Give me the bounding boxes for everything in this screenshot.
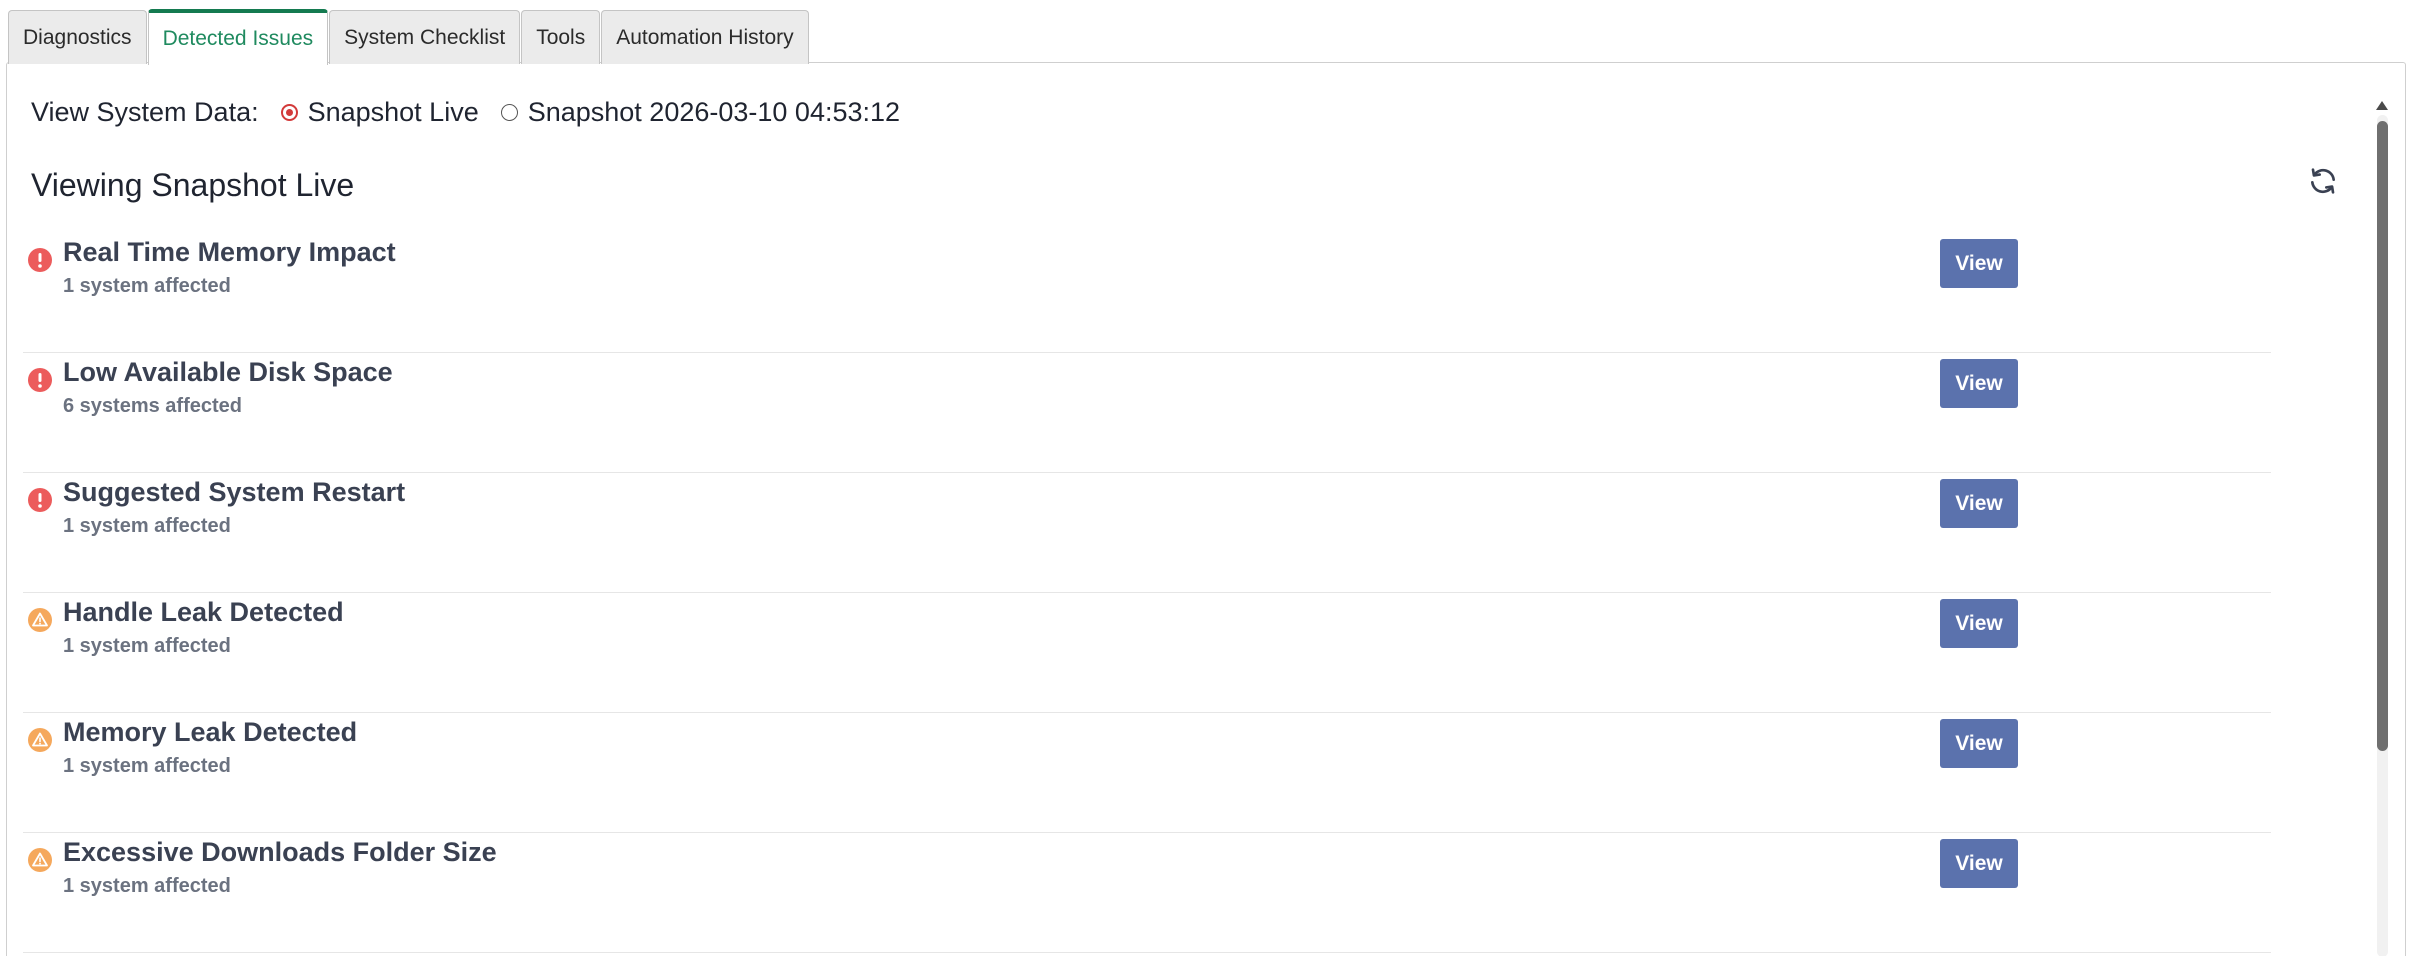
radio-snapshot-live[interactable]: Snapshot Live: [280, 97, 479, 128]
radio-label-snapshot-dated: Snapshot 2026-03-10 04:53:12: [527, 97, 901, 127]
vertical-scrollbar[interactable]: [2373, 99, 2391, 956]
issue-affected-count: 1 system affected: [63, 635, 231, 657]
view-button[interactable]: View: [1940, 599, 2018, 648]
view-system-data-row: View System Data: Snapshot Live Snapshot…: [31, 97, 922, 128]
tab-bar: Diagnostics Detected Issues System Check…: [8, 8, 810, 65]
viewing-snapshot-title: Viewing Snapshot Live: [31, 167, 355, 203]
tab-detected-issues[interactable]: Detected Issues: [147, 9, 329, 65]
radio-button-unselected[interactable]: [500, 104, 518, 121]
warning-icon: [27, 607, 53, 633]
issue-row: Handle Leak Detected 1 system affected V…: [23, 593, 2271, 713]
tab-automation-history[interactable]: Automation History: [601, 10, 809, 64]
refresh-icon[interactable]: [2307, 165, 2339, 197]
tab-tools[interactable]: Tools: [521, 10, 601, 64]
issue-list: Real Time Memory Impact 1 system affecte…: [23, 233, 2271, 953]
tab-system-checklist[interactable]: System Checklist: [329, 10, 521, 64]
error-icon: [27, 247, 53, 273]
issue-title: Memory Leak Detected: [63, 717, 358, 747]
scrollbar-thumb[interactable]: [2377, 121, 2388, 751]
issue-affected-count: 1 system affected: [63, 755, 231, 777]
issue-row: Excessive Downloads Folder Size 1 system…: [23, 833, 2271, 953]
view-button[interactable]: View: [1940, 719, 2018, 768]
tab-diagnostics[interactable]: Diagnostics: [8, 10, 147, 64]
issue-row: Real Time Memory Impact 1 system affecte…: [23, 233, 2271, 353]
detected-issues-panel: View System Data: Snapshot Live Snapshot…: [6, 62, 2406, 956]
issue-title: Suggested System Restart: [63, 477, 406, 507]
issue-row: Low Available Disk Space 6 systems affec…: [23, 353, 2271, 473]
warning-icon: [27, 847, 53, 873]
error-icon: [27, 367, 53, 393]
issue-row: Memory Leak Detected 1 system affected V…: [23, 713, 2271, 833]
issue-affected-count: 1 system affected: [63, 275, 231, 297]
radio-button-selected[interactable]: [280, 104, 298, 121]
view-button[interactable]: View: [1940, 239, 2018, 288]
issue-row: Suggested System Restart 1 system affect…: [23, 473, 2271, 593]
view-button[interactable]: View: [1940, 479, 2018, 528]
warning-icon: [27, 727, 53, 753]
view-button[interactable]: View: [1940, 359, 2018, 408]
scroll-up-arrow-icon[interactable]: [2376, 101, 2388, 110]
issue-title: Real Time Memory Impact: [63, 237, 396, 267]
issue-affected-count: 1 system affected: [63, 875, 231, 897]
issue-title: Handle Leak Detected: [63, 597, 344, 627]
error-icon: [27, 487, 53, 513]
radio-snapshot-dated[interactable]: Snapshot 2026-03-10 04:53:12: [500, 97, 901, 128]
issue-title: Excessive Downloads Folder Size: [63, 837, 497, 867]
view-button[interactable]: View: [1940, 839, 2018, 888]
app-root: Diagnostics Detected Issues System Check…: [0, 0, 2412, 956]
issue-affected-count: 6 systems affected: [63, 395, 242, 417]
issue-title: Low Available Disk Space: [63, 357, 393, 387]
radio-label-snapshot-live: Snapshot Live: [307, 97, 479, 127]
issue-affected-count: 1 system affected: [63, 515, 231, 537]
view-system-data-label: View System Data:: [31, 97, 259, 127]
